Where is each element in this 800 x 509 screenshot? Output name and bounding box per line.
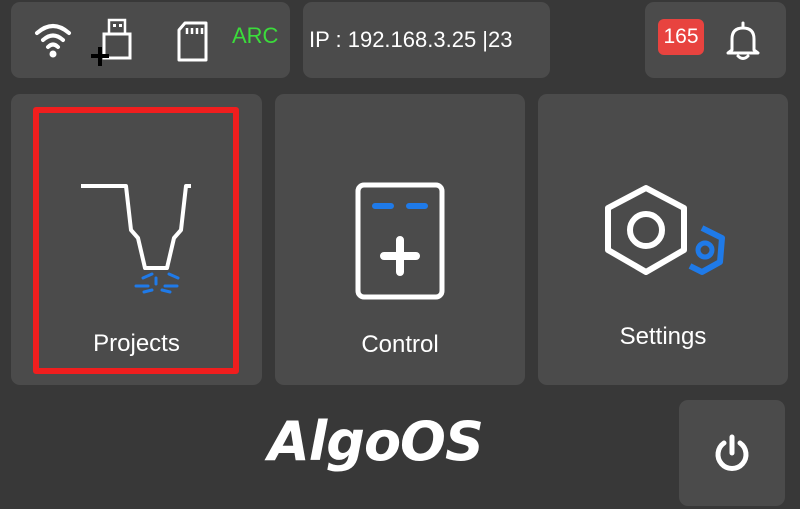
- tile-control[interactable]: Control: [275, 94, 525, 385]
- notification-button[interactable]: 165: [645, 2, 786, 78]
- notification-count-badge: 165: [658, 19, 704, 55]
- tile-settings[interactable]: Settings: [538, 94, 788, 385]
- tile-control-label: Control: [361, 331, 439, 358]
- tile-projects-label: Projects: [93, 330, 180, 357]
- status-panel: ARC: [11, 2, 290, 78]
- tile-projects[interactable]: Projects: [11, 94, 262, 385]
- tile-settings-label: Settings: [619, 323, 707, 350]
- control-panel-icon: [355, 182, 445, 300]
- brand-logo: AlgoOS: [268, 410, 484, 473]
- ip-panel: IP : 192.168.3.25 |23: [303, 2, 550, 78]
- usb-add-icon: [91, 18, 132, 66]
- power-icon: [715, 434, 749, 471]
- mode-label: ARC: [232, 23, 279, 48]
- gear-icon: [605, 185, 725, 275]
- power-button[interactable]: [679, 400, 785, 506]
- ip-address-label: IP : 192.168.3.25 |23: [309, 27, 513, 52]
- wifi-icon: [35, 24, 71, 58]
- bell-icon: [726, 21, 760, 60]
- laser-head-icon: [81, 184, 191, 294]
- sd-card-icon: [177, 21, 208, 62]
